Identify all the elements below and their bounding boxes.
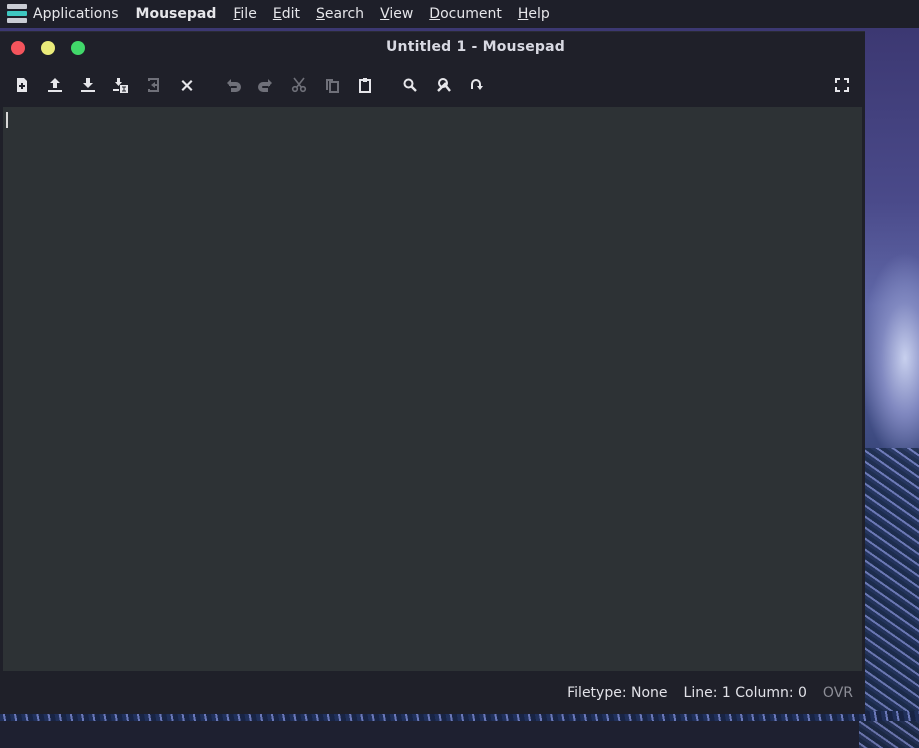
status-bar: Filetype: None Line: 1 Column: 0 OVR: [0, 672, 865, 714]
save-as-button[interactable]: [111, 75, 131, 95]
menu-mnemonic: D: [429, 6, 441, 22]
goto-line-button[interactable]: [466, 75, 486, 95]
toolbar: [0, 64, 865, 105]
redo-button[interactable]: [255, 75, 275, 95]
undo-button[interactable]: [224, 75, 244, 95]
revert-icon: [148, 78, 159, 92]
redo-icon: [258, 79, 272, 92]
applications-icon: [7, 3, 27, 25]
menu-mnemonic: S: [315, 6, 325, 22]
menu-help[interactable]: Help: [518, 6, 550, 22]
new-document-button[interactable]: [12, 75, 32, 95]
menu-label: elp: [528, 6, 550, 22]
menu-label: ocument: [440, 6, 502, 22]
menu-search[interactable]: Search: [316, 6, 364, 22]
menu-label: ile: [240, 6, 257, 22]
save-button[interactable]: [78, 75, 98, 95]
menu-label: dit: [281, 6, 300, 22]
paste-button[interactable]: [355, 75, 375, 95]
window-title: Untitled 1 - Mousepad: [385, 39, 566, 55]
goto-line-icon: [471, 79, 483, 90]
new-document-icon: [17, 78, 27, 92]
fullscreen-icon: [835, 78, 849, 92]
find-icon: [403, 78, 417, 92]
applications-label: Applications: [33, 6, 119, 22]
title-bar[interactable]: Untitled 1 - Mousepad: [0, 32, 865, 64]
menu-mnemonic: E: [272, 6, 282, 22]
undo-icon: [227, 79, 241, 92]
find-replace-icon: [437, 78, 451, 92]
menu-file[interactable]: File: [233, 6, 256, 22]
menu-edit[interactable]: Edit: [273, 6, 300, 22]
find-replace-button[interactable]: [434, 75, 454, 95]
menu-label: earch: [324, 6, 365, 22]
save-icon: [81, 78, 95, 92]
mousepad-window: Untitled 1 - Mousepad Filetype: None Lin…: [0, 31, 865, 714]
cut-button[interactable]: [289, 75, 309, 95]
find-button[interactable]: [400, 75, 420, 95]
overwrite-mode-status[interactable]: OVR: [823, 685, 853, 701]
wallpaper-detail: [859, 448, 919, 748]
menu-view[interactable]: View: [380, 6, 413, 22]
menu-document[interactable]: Document: [429, 6, 502, 22]
save-as-icon: [113, 78, 128, 93]
menu-mnemonic: H: [517, 6, 529, 22]
paste-icon: [359, 78, 371, 93]
menu-mnemonic: V: [380, 6, 390, 22]
copy-icon: [326, 79, 339, 93]
applications-menu-button[interactable]: Applications: [0, 3, 119, 25]
close-tab-button[interactable]: [177, 75, 197, 95]
open-button[interactable]: [45, 75, 65, 95]
filetype-status[interactable]: Filetype: None: [567, 685, 667, 701]
text-cursor: [6, 112, 8, 128]
close-tab-icon: [181, 80, 193, 91]
text-editor[interactable]: [3, 107, 862, 671]
fullscreen-button[interactable]: [832, 75, 852, 95]
cursor-position-status: Line: 1 Column: 0: [683, 685, 807, 701]
cut-icon: [291, 77, 307, 93]
open-icon: [48, 78, 62, 92]
app-name: Mousepad: [135, 6, 217, 22]
revert-button[interactable]: [144, 75, 164, 95]
menu-label: iew: [389, 6, 414, 22]
copy-button[interactable]: [322, 75, 342, 95]
top-panel: Applications Mousepad File Edit Search V…: [0, 0, 919, 28]
